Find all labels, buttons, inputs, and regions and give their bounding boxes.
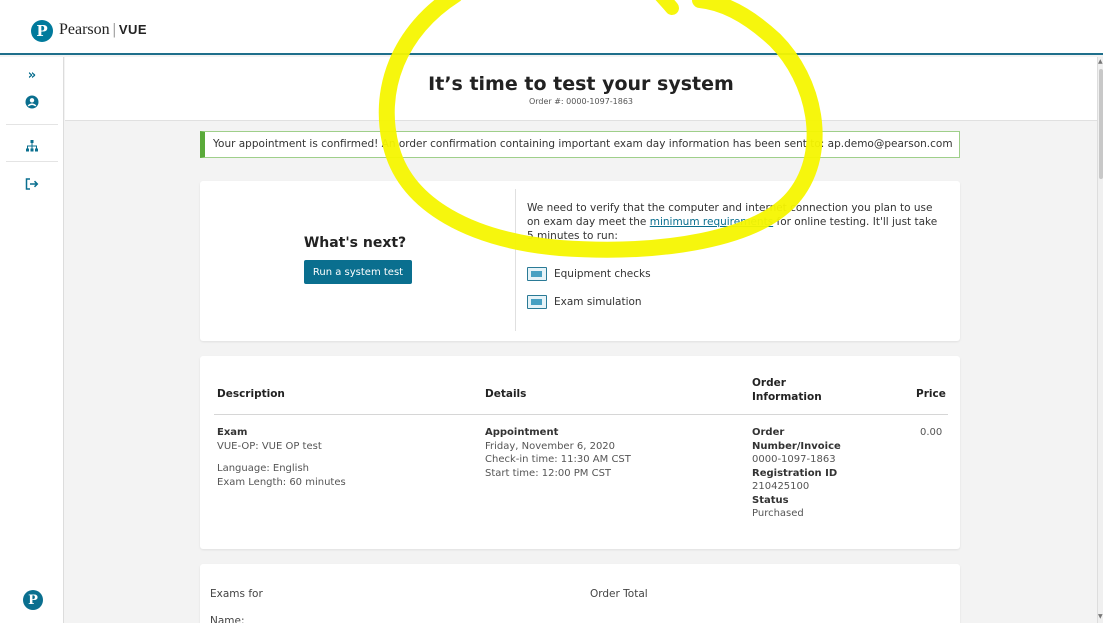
exam-simulation-label: Exam simulation — [554, 296, 642, 308]
whats-next-card: What's next? Run a system test We need t… — [200, 181, 960, 341]
whats-next-heading: What's next? — [303, 235, 407, 251]
order-number-value: 0000-1097-1863 — [752, 454, 836, 465]
desc-length: Exam Length: 60 minutes — [217, 476, 346, 488]
exams-for-label: Exams for — [210, 588, 263, 600]
exam-simulation-icon — [527, 295, 547, 309]
col-header-order-line1: Order — [752, 377, 786, 389]
pearson-logo-icon: P — [31, 20, 53, 42]
expand-icon[interactable]: » — [22, 65, 42, 85]
exam-simulation-item: Exam simulation — [527, 293, 642, 311]
name-label: Name: — [210, 615, 245, 623]
table-header-divider — [214, 414, 948, 415]
sidebar-divider — [6, 161, 58, 162]
status-value: Purchased — [752, 508, 804, 519]
main-content: It’s time to test your system Order #: 0… — [65, 57, 1097, 623]
order-number-subtitle: Order #: 0000-1097-1863 — [528, 97, 634, 106]
registration-id-value: 210425100 — [752, 481, 810, 492]
verify-description: We need to verify that the computer and … — [527, 201, 947, 243]
col-header-details: Details — [485, 388, 527, 400]
sidebar: » P — [0, 57, 64, 623]
order-label-1: Order — [752, 427, 785, 438]
brand-pearson: Pearson — [59, 21, 110, 38]
col-header-description: Description — [217, 388, 285, 400]
details-start: Start time: 12:00 PM CST — [485, 467, 612, 479]
pearson-footer-logo-icon: P — [23, 590, 43, 610]
equipment-checks-icon — [527, 267, 547, 281]
order-label-2: Number/Invoice — [752, 440, 841, 452]
registration-id-label: Registration ID — [752, 467, 838, 479]
col-header-order-information: Order Information — [752, 376, 822, 404]
desc-title: Exam — [217, 427, 248, 438]
scroll-down-icon[interactable]: ▼ — [1098, 613, 1103, 620]
page-title: It’s time to test your system — [428, 73, 734, 95]
brand-vue: VUE — [118, 22, 148, 37]
equipment-checks-item: Equipment checks — [527, 265, 651, 283]
page-scrollbar[interactable]: ▲ ▼ — [1097, 57, 1103, 623]
order-total-label: Order Total — [590, 588, 648, 600]
title-band: It’s time to test your system Order #: 0… — [65, 57, 1097, 121]
status-label: Status — [752, 494, 789, 506]
price-cell: 0.00 — [920, 427, 943, 438]
desc-name: VUE-OP: VUE OP test — [217, 440, 322, 452]
run-system-test-button[interactable]: Run a system test — [304, 260, 412, 284]
sitemap-icon[interactable] — [22, 136, 42, 156]
confirmation-banner: Your appointment is confirmed! An order … — [200, 131, 960, 158]
scroll-thumb[interactable] — [1099, 69, 1103, 179]
order-summary-card: Exams for Order Total Name: — [200, 564, 960, 623]
details-cell: Appointment Friday, November 6, 2020 Che… — [485, 426, 631, 480]
order-info-cell: Order Number/Invoice 0000-1097-1863 Regi… — [752, 426, 841, 521]
col-header-order-line2: Information — [752, 391, 822, 403]
minimum-requirements-link[interactable]: minimum requirements — [650, 216, 773, 228]
scroll-up-icon[interactable]: ▲ — [1098, 58, 1103, 65]
brand-name: Pearson | VUE — [59, 21, 147, 39]
brand-separator: | — [112, 21, 116, 38]
desc-language: Language: English — [217, 463, 310, 474]
sidebar-divider — [6, 124, 58, 125]
user-icon[interactable] — [22, 92, 42, 112]
card-divider — [515, 189, 516, 331]
details-date: Friday, November 6, 2020 — [485, 440, 616, 452]
order-details-card: Description Details Order Information Pr… — [200, 356, 960, 549]
details-checkin: Check-in time: 11:30 AM CST — [485, 454, 631, 465]
equipment-checks-label: Equipment checks — [554, 268, 651, 280]
details-title: Appointment — [485, 427, 559, 438]
top-bar: P Pearson | VUE — [0, 0, 1103, 55]
sign-out-icon[interactable] — [22, 174, 42, 194]
col-header-price: Price — [916, 388, 946, 400]
description-cell: Exam VUE-OP: VUE OP test Language: Engli… — [217, 426, 346, 489]
